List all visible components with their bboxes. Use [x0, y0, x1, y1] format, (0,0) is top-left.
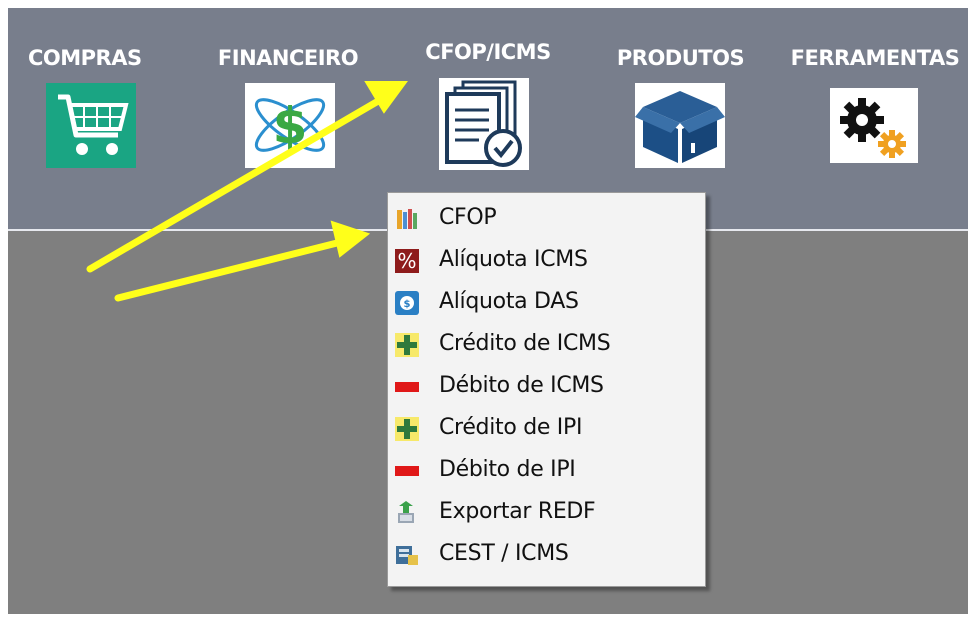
- cfop-icms-dropdown-menu: CFOP % Alíquota ICMS $ Alíquota DAS Créd…: [387, 192, 706, 587]
- menu-item-aliquota-icms[interactable]: % Alíquota ICMS: [388, 241, 705, 281]
- percent-icon: %: [395, 249, 419, 273]
- minus-icon: [395, 375, 419, 399]
- books-icon: [395, 207, 419, 231]
- box-icon[interactable]: [635, 83, 725, 168]
- dollar-atom-icon[interactable]: $: [245, 83, 335, 168]
- menu-item-credito-ipi-label: Crédito de IPI: [439, 415, 583, 440]
- svg-text:$: $: [404, 299, 411, 310]
- menu-item-aliquota-das[interactable]: $ Alíquota DAS: [388, 283, 705, 323]
- export-icon: [395, 501, 419, 525]
- menu-item-debito-ipi-label: Débito de IPI: [439, 457, 576, 482]
- minus-icon: [395, 459, 419, 483]
- menu-item-credito-icms-label: Crédito de ICMS: [439, 331, 611, 356]
- menu-financeiro-label: FINANCEIRO: [217, 46, 359, 70]
- menu-produtos-label: PRODUTOS: [616, 46, 745, 70]
- menu-item-cfop[interactable]: CFOP: [388, 199, 705, 239]
- menu-item-credito-icms[interactable]: Crédito de ICMS: [388, 325, 705, 365]
- menu-item-cest-icms-label: CEST / ICMS: [439, 541, 569, 566]
- menu-item-exportar-redf-label: Exportar REDF: [439, 499, 596, 524]
- plus-icon: [395, 417, 419, 441]
- menu-compras-label: COMPRAS: [28, 46, 142, 70]
- menu-item-cfop-label: CFOP: [439, 205, 497, 230]
- menu-item-aliquota-icms-label: Alíquota ICMS: [439, 247, 588, 272]
- menu-produtos[interactable]: PRODUTOS: [608, 8, 753, 208]
- menu-cfop-icms-label: CFOP/ICMS: [425, 40, 551, 64]
- menu-item-cest-icms[interactable]: CEST / ICMS: [388, 535, 705, 575]
- application-window: COMPRAS FINANCEIRO $ CFOP/ICMS PRODUTOS …: [8, 8, 968, 614]
- coin-icon: $: [395, 291, 419, 315]
- menu-financeiro[interactable]: FINANCEIRO $: [208, 8, 368, 208]
- menu-item-debito-icms-label: Débito de ICMS: [439, 373, 604, 398]
- gears-icon[interactable]: [830, 88, 918, 163]
- shopping-cart-icon[interactable]: [46, 83, 136, 168]
- menu-item-credito-ipi[interactable]: Crédito de IPI: [388, 409, 705, 449]
- menu-item-debito-icms[interactable]: Débito de ICMS: [388, 367, 705, 407]
- plus-icon: [395, 333, 419, 357]
- documents-check-icon[interactable]: [439, 78, 529, 170]
- menu-item-aliquota-das-label: Alíquota DAS: [439, 289, 579, 314]
- menu-item-exportar-redf[interactable]: Exportar REDF: [388, 493, 705, 533]
- menu-item-debito-ipi[interactable]: Débito de IPI: [388, 451, 705, 491]
- cest-icon: [395, 543, 419, 567]
- menu-ferramentas[interactable]: FERRAMENTAS: [785, 8, 965, 208]
- svg-text:$: $: [273, 97, 308, 155]
- menu-cfop-icms[interactable]: CFOP/ICMS: [403, 8, 573, 208]
- menu-ferramentas-label: FERRAMENTAS: [790, 46, 960, 70]
- menu-compras[interactable]: COMPRAS: [28, 8, 142, 208]
- svg-text:%: %: [397, 249, 416, 273]
